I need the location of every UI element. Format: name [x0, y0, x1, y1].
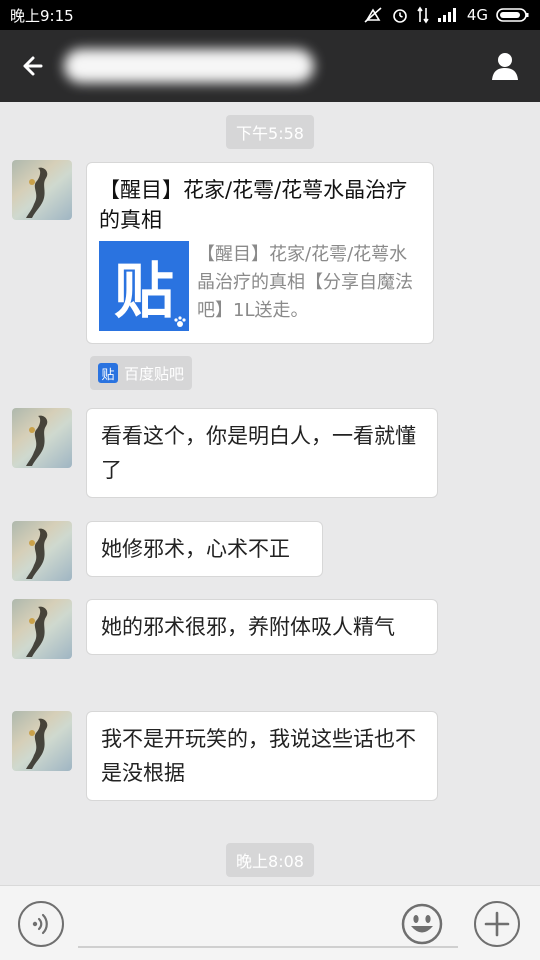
signal-icon	[437, 8, 456, 22]
chat-header	[0, 30, 540, 102]
message-bubble[interactable]: 她的邪术很邪，养附体吸人精气	[86, 599, 438, 655]
smiley-icon[interactable]	[399, 901, 445, 947]
avatar[interactable]	[12, 408, 72, 468]
network-type: 4G	[466, 6, 488, 24]
alarm-icon	[393, 9, 407, 23]
source-label: 百度贴吧	[124, 364, 185, 383]
data-transfer-icon	[417, 6, 429, 24]
plus-icon[interactable]	[474, 901, 520, 947]
status-bar: 晚上9:15 4G	[0, 0, 540, 30]
message-bubble[interactable]: 她修邪术，心术不正	[86, 521, 323, 577]
share-description: 【醒目】花家/花雩/花萼水晶治疗的真相【分享自魔法吧】1L送走。	[197, 244, 413, 321]
share-body: 贴 【醒目】花家/花雩/花萼水晶治疗的真相【分享自魔法吧】1L送走。	[99, 241, 421, 331]
tieba-thumbnail: 贴	[99, 241, 189, 331]
avatar[interactable]	[12, 521, 72, 581]
header-left	[18, 49, 314, 83]
source-tag[interactable]: 贴 百度贴吧	[90, 356, 193, 390]
chat-area[interactable]: 下午5:58 【醒目】花家/花雩/花萼水晶治疗的真相 贴 【醒目】花家/花雩/花…	[0, 102, 540, 885]
input-bar	[0, 885, 540, 960]
battery-icon	[496, 8, 529, 22]
message-bubble[interactable]: 我不是开玩笑的，我说这些话也不是没根据	[86, 711, 438, 801]
shared-link-card[interactable]: 【醒目】花家/花雩/花萼水晶治疗的真相 贴 【醒目】花家/花雩/花萼水晶治疗的真…	[86, 162, 434, 344]
mute-icon	[364, 7, 382, 23]
status-icons: 4G	[363, 6, 530, 24]
avatar[interactable]	[12, 711, 72, 771]
contact-name-blurred	[64, 49, 314, 83]
paw-icon	[174, 316, 186, 327]
timestamp-afternoon: 下午5:58	[226, 115, 314, 149]
status-time: 晚上9:15	[10, 6, 74, 25]
tieba-logo-icon: 贴	[98, 363, 118, 383]
avatar[interactable]	[12, 599, 72, 659]
message-bubble[interactable]: 看看这个，你是明白人，一看就懂了	[86, 408, 438, 498]
timestamp-evening: 晚上8:08	[226, 843, 314, 877]
share-title: 【醒目】花家/花雩/花萼水晶治疗的真相	[99, 178, 408, 232]
user-icon[interactable]	[488, 49, 522, 83]
message-input[interactable]	[78, 946, 458, 948]
voice-icon[interactable]	[18, 901, 64, 947]
avatar[interactable]	[12, 160, 72, 220]
arrow-left-icon[interactable]	[18, 52, 46, 80]
